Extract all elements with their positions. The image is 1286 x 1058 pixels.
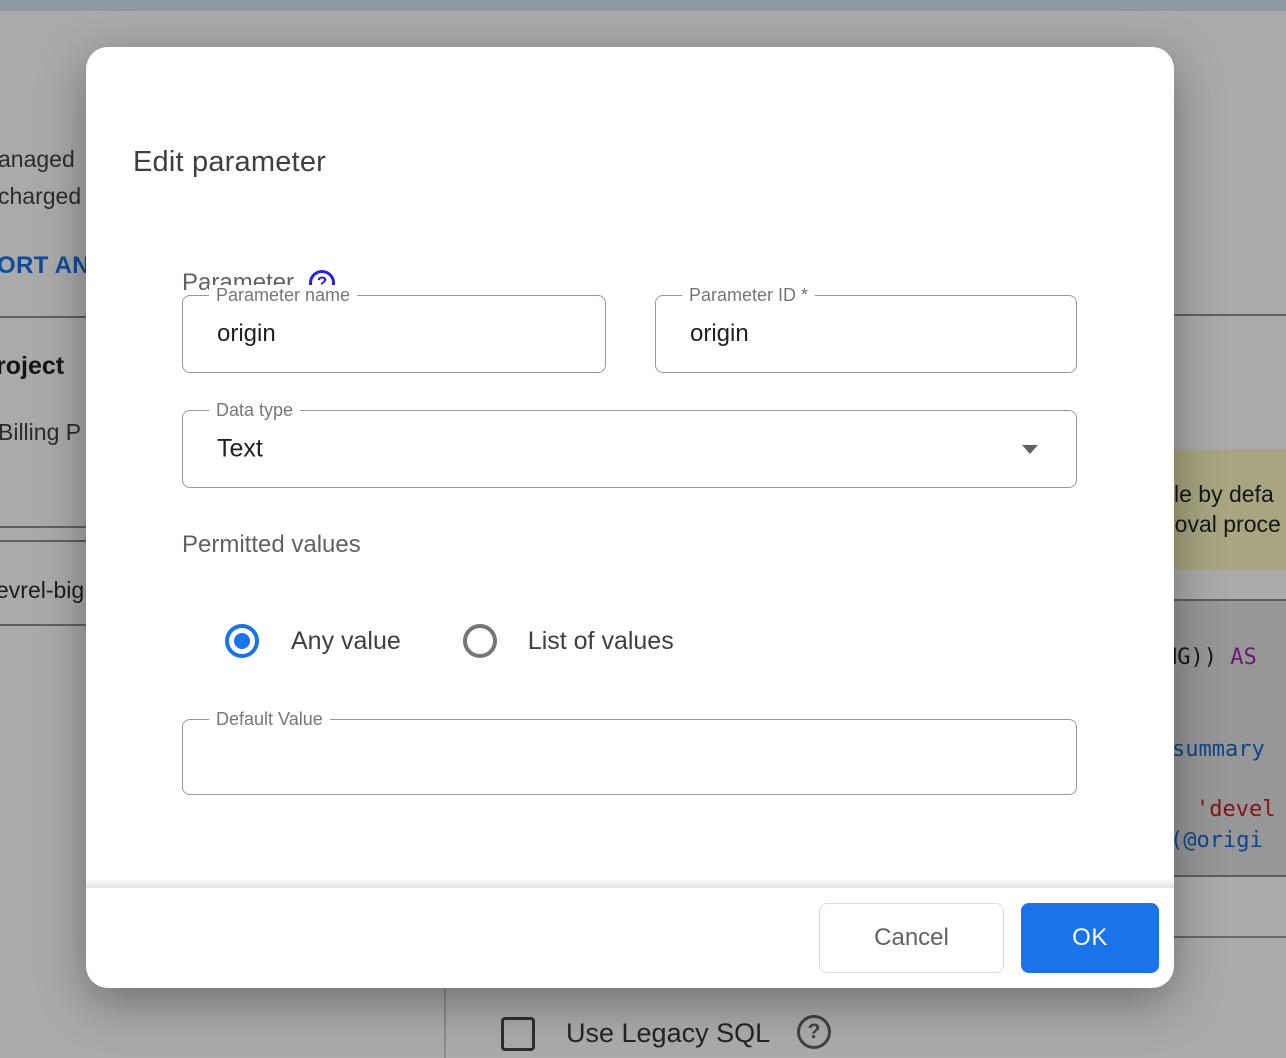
cancel-button[interactable]: Cancel [819, 903, 1004, 973]
data-type-label: Data type [209, 400, 300, 421]
default-value-field: Default Value [182, 719, 1077, 795]
radio-any-value-label[interactable]: Any value [291, 627, 401, 656]
edit-parameter-dialog: Edit parameter Parameter ? Parameter nam… [86, 47, 1174, 988]
permitted-values-radio-group: Any value List of values [225, 624, 674, 658]
parameter-id-input[interactable] [656, 296, 1076, 372]
parameter-id-field: Parameter ID * [655, 295, 1077, 373]
data-type-value: Text [217, 435, 263, 464]
permitted-values-heading: Permitted values [182, 531, 361, 559]
radio-list-of-values-label[interactable]: List of values [528, 627, 674, 656]
radio-list-of-values[interactable] [463, 624, 497, 658]
radio-any-value[interactable] [225, 624, 259, 658]
default-value-input[interactable] [183, 720, 1076, 794]
data-type-select[interactable]: Data type Text [182, 410, 1077, 488]
chevron-down-icon [1022, 445, 1038, 454]
parameter-name-input[interactable] [183, 296, 605, 372]
parameter-name-field: Parameter name [182, 295, 606, 373]
dialog-title: Edit parameter [133, 146, 326, 179]
footer-divider [86, 880, 1174, 888]
ok-button[interactable]: OK [1021, 903, 1159, 973]
